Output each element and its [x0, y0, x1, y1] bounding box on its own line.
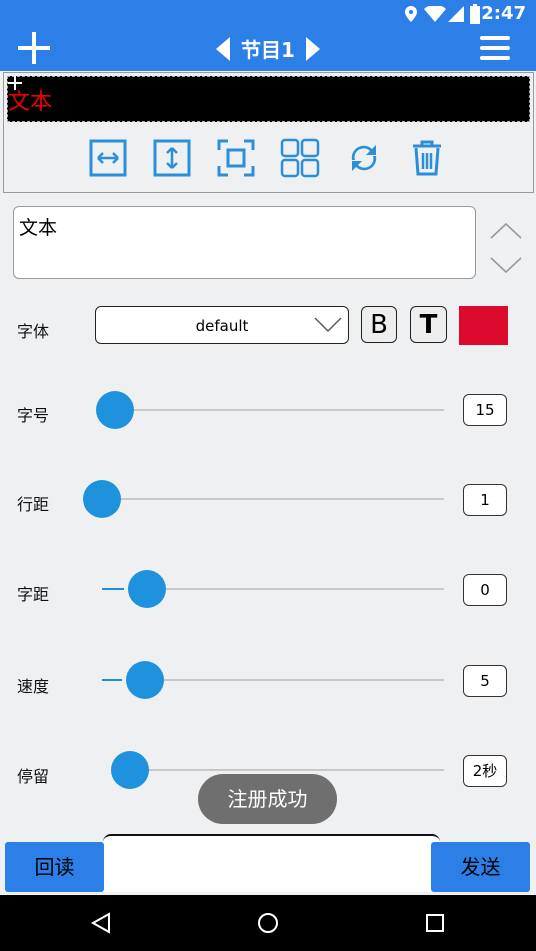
font-select-value: default [195, 317, 249, 335]
move-down-icon[interactable] [489, 256, 523, 274]
battery-icon [470, 4, 480, 24]
back-icon[interactable] [90, 912, 112, 934]
chevron-down-icon [314, 317, 342, 332]
slider-thumb[interactable] [126, 661, 164, 699]
toast-message: 注册成功 [198, 774, 337, 824]
slider-track[interactable] [121, 498, 444, 500]
expand-horizontal-icon[interactable] [88, 138, 128, 178]
status-bar: 2:47 [0, 0, 536, 28]
slider-value-size[interactable]: 15 [463, 394, 507, 426]
signal-icon [448, 6, 464, 22]
slider-track[interactable] [166, 588, 444, 590]
slider-label-stay: 停留 [17, 767, 50, 786]
expand-vertical-icon[interactable] [152, 138, 192, 178]
slider-label-speed: 速度 [17, 677, 50, 696]
font-select[interactable]: default [95, 306, 349, 344]
slider-thumb[interactable] [83, 480, 121, 518]
grid-icon[interactable] [280, 138, 320, 178]
slider-track-active [102, 588, 124, 590]
slider-track-active [102, 679, 122, 681]
page-title: 节目1 [241, 38, 295, 62]
home-icon[interactable] [257, 912, 279, 934]
recents-icon[interactable] [425, 913, 445, 933]
text-style-button[interactable]: T [410, 306, 447, 343]
slider-track[interactable] [134, 409, 444, 411]
refresh-icon[interactable] [344, 138, 384, 178]
slider-label-size: 字号 [17, 406, 50, 425]
slider-track[interactable] [149, 769, 444, 771]
wifi-icon [424, 6, 446, 22]
bold-button[interactable]: B [361, 306, 397, 343]
slider-value-stay[interactable]: 2秒 [463, 755, 507, 787]
slider-thumb[interactable] [96, 391, 134, 429]
system-nav-bar [0, 895, 536, 951]
next-program-icon[interactable] [306, 37, 320, 61]
led-preview[interactable] [7, 76, 530, 122]
slider-label-line-spacing: 行距 [17, 495, 50, 514]
slider-thumb[interactable] [128, 570, 166, 608]
trash-icon[interactable] [407, 138, 447, 178]
move-up-icon[interactable] [489, 222, 523, 240]
font-label: 字体 [17, 322, 50, 341]
read-back-button[interactable]: 回读 [5, 842, 104, 892]
status-time: 2:47 [481, 3, 526, 24]
slider-value-char-spacing[interactable]: 0 [463, 574, 507, 606]
send-button[interactable]: 发送 [431, 842, 530, 892]
slider-value-line-spacing[interactable]: 1 [463, 484, 507, 516]
bottom-input[interactable] [103, 834, 440, 892]
slider-value-speed[interactable]: 5 [463, 665, 507, 697]
slider-label-char-spacing: 字距 [17, 585, 50, 604]
fullscreen-icon[interactable] [216, 138, 256, 178]
text-content-input[interactable]: 文本 [13, 206, 476, 279]
location-icon [405, 6, 417, 22]
slider-thumb[interactable] [111, 751, 149, 789]
slider-track[interactable] [164, 679, 444, 681]
menu-icon[interactable] [480, 36, 510, 60]
font-color-swatch[interactable] [459, 306, 508, 345]
move-icon[interactable] [8, 76, 22, 90]
